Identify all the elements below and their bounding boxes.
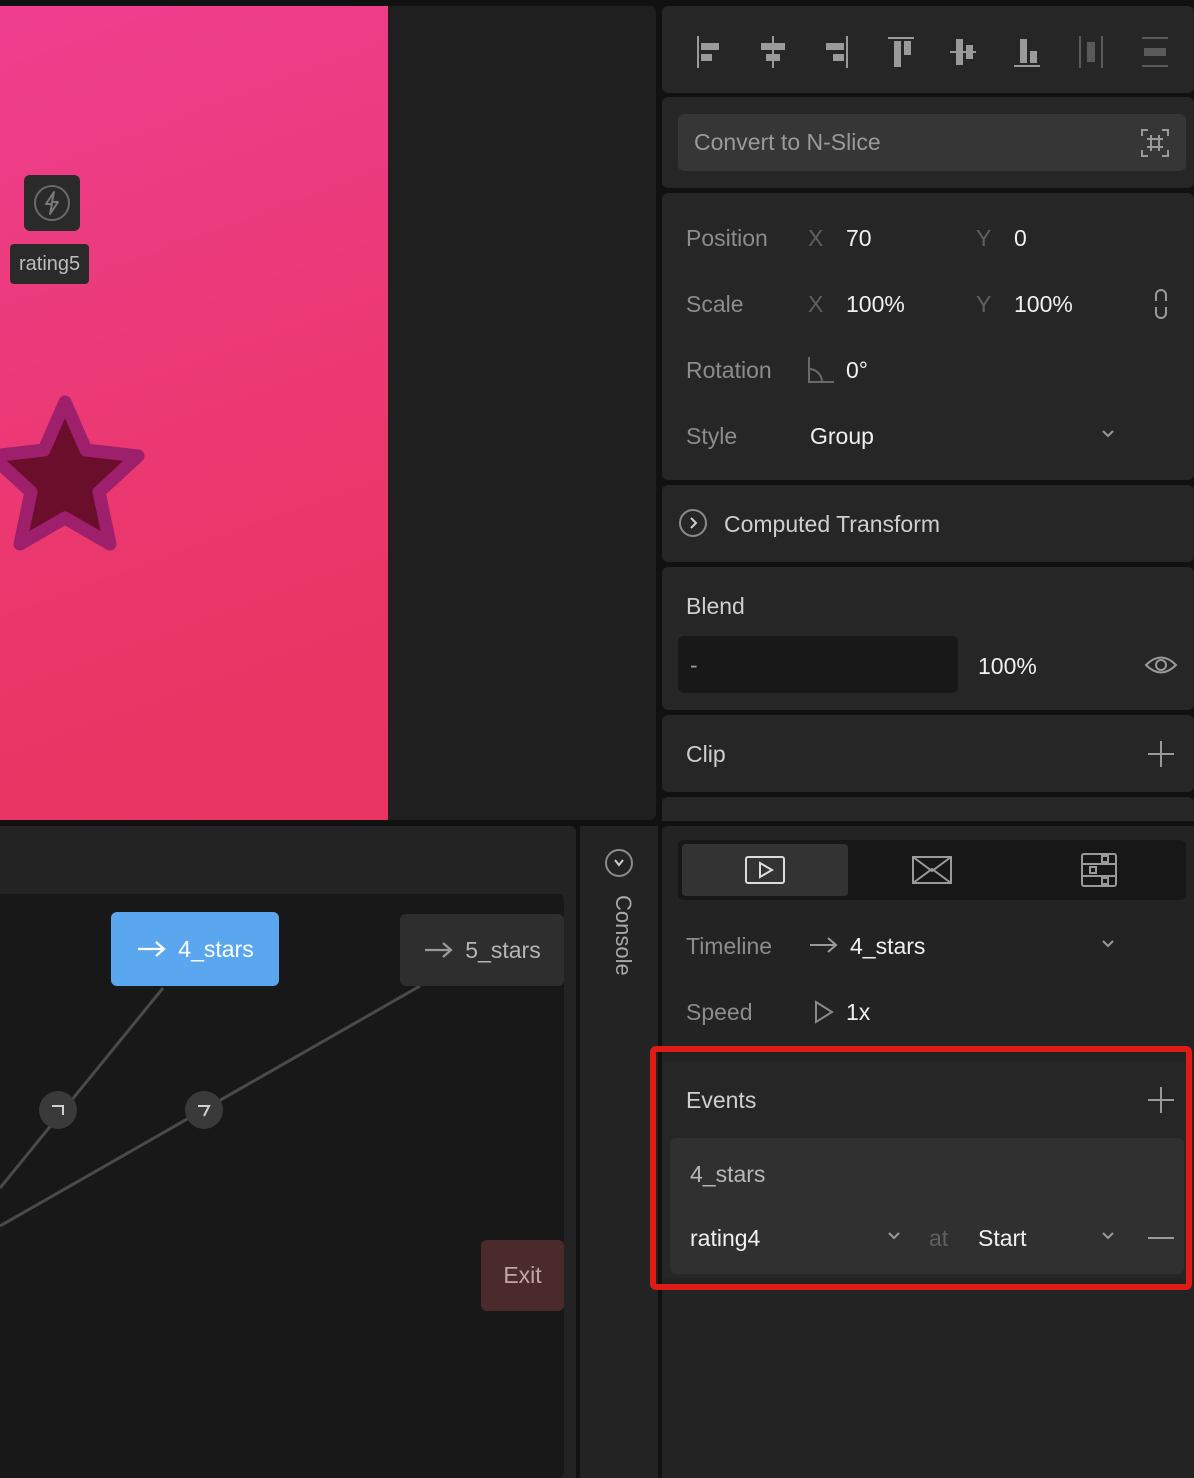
event-node[interactable] xyxy=(24,175,80,231)
angle-icon xyxy=(806,355,836,385)
distribute-horizontal-icon[interactable] xyxy=(1074,32,1108,72)
tab-events[interactable] xyxy=(849,844,1015,896)
lock-ratio-icon[interactable] xyxy=(1150,288,1172,320)
sliders-icon xyxy=(1080,852,1118,888)
position-x-axis-label: X xyxy=(808,225,824,251)
state-node-5-stars[interactable]: 5_stars xyxy=(400,914,564,986)
style-label: Style xyxy=(686,423,738,449)
computed-transform-label: Computed Transform xyxy=(724,511,941,537)
position-label: Position xyxy=(686,225,768,251)
envelope-icon xyxy=(911,855,953,885)
nslice-label: Convert to N-Slice xyxy=(694,129,881,155)
condition-icon[interactable] xyxy=(185,1091,223,1129)
scale-y-axis-label: Y xyxy=(976,291,992,317)
arrow-right-icon xyxy=(423,940,455,960)
state-node-exit[interactable]: Exit xyxy=(481,1240,564,1311)
scale-x-axis-label: X xyxy=(808,291,824,317)
state-node-4-stars[interactable]: 4_stars xyxy=(111,912,279,986)
scale-y-input[interactable]: 100% xyxy=(1014,291,1073,318)
position-x-input[interactable]: 70 xyxy=(846,225,872,252)
event-node-label: rating5 xyxy=(10,244,90,284)
rotation-label: Rotation xyxy=(686,357,772,383)
chevron-down-icon[interactable] xyxy=(605,849,633,877)
arrow-right-icon xyxy=(808,935,840,955)
speed-input[interactable]: 1x xyxy=(846,999,870,1026)
console-label[interactable]: Console xyxy=(606,895,636,985)
state-node-label: 5_stars xyxy=(465,936,541,963)
speed-label: Speed xyxy=(686,999,753,1025)
style-select[interactable]: Group xyxy=(810,423,874,450)
opacity-input[interactable]: 100% xyxy=(978,653,1037,680)
chevron-right-icon[interactable] xyxy=(678,508,708,538)
blend-title: Blend xyxy=(686,593,745,619)
state-node-label: Exit xyxy=(503,1262,542,1288)
chevron-down-icon[interactable] xyxy=(1100,938,1116,950)
condition-icon[interactable] xyxy=(39,1091,77,1129)
inspector-panel xyxy=(662,797,1194,821)
clip-title: Clip xyxy=(686,741,726,767)
timeline-label: Timeline xyxy=(686,933,773,959)
timeline-select[interactable]: 4_stars xyxy=(850,933,925,960)
position-y-axis-label: Y xyxy=(976,225,992,251)
align-toolbar xyxy=(662,6,1194,93)
lightning-icon xyxy=(32,183,72,223)
eye-icon[interactable] xyxy=(1144,651,1178,679)
tab-timeline[interactable] xyxy=(682,844,848,896)
play-icon xyxy=(744,855,786,885)
tab-inputs[interactable] xyxy=(1016,844,1182,896)
align-top-icon[interactable] xyxy=(884,32,918,72)
nslice-icon xyxy=(1140,128,1170,158)
state-node-label: 4_stars xyxy=(178,935,254,962)
arrow-right-icon xyxy=(136,939,168,959)
align-right-icon[interactable] xyxy=(819,32,853,72)
chevron-down-icon[interactable] xyxy=(1100,428,1116,440)
plus-icon[interactable] xyxy=(1146,739,1176,769)
convert-to-nslice-button[interactable]: Convert to N-Slice xyxy=(678,114,1186,171)
align-horizontal-center-icon[interactable] xyxy=(756,32,790,72)
blend-mode-select[interactable]: - xyxy=(678,636,958,693)
highlight-box xyxy=(650,1046,1192,1290)
position-y-input[interactable]: 0 xyxy=(1014,225,1027,252)
align-vertical-center-icon[interactable] xyxy=(946,32,980,72)
distribute-vertical-icon[interactable] xyxy=(1138,32,1172,72)
blend-mode-value: - xyxy=(690,652,698,678)
scale-label: Scale xyxy=(686,291,744,317)
scale-x-input[interactable]: 100% xyxy=(846,291,905,318)
clip-panel xyxy=(662,715,1194,792)
align-left-icon[interactable] xyxy=(692,32,726,72)
align-bottom-icon[interactable] xyxy=(1010,32,1044,72)
play-icon xyxy=(812,999,836,1025)
rotation-input[interactable]: 0° xyxy=(846,357,868,384)
star-icon[interactable] xyxy=(0,390,160,570)
